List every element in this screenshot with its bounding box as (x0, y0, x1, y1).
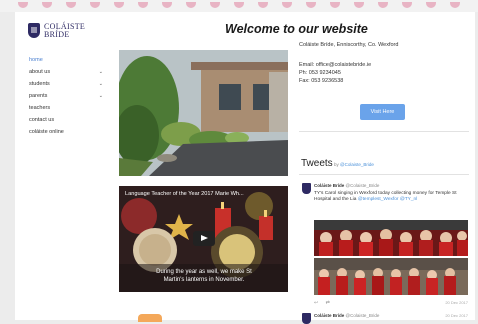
video-player[interactable]: Language Teacher of the Year 2017 Marie … (119, 186, 288, 292)
nav-item-label: contact us (29, 117, 55, 123)
sidebar-nav: home about us ⌄ students ⌄ parents ⌄ tea… (29, 54, 109, 138)
decor-dot (402, 2, 412, 8)
visit-button[interactable]: Visit Here (360, 104, 405, 120)
tweet-links[interactable]: @templest_Wexfor @TY_nl (358, 197, 418, 202)
orange-tab-button[interactable] (138, 314, 162, 322)
tweet-time[interactable]: 20 Dec 2017 (445, 313, 468, 318)
page-title: Welcome to our website (225, 22, 368, 36)
nav-item-label: about us (29, 69, 51, 75)
nav-item-home[interactable]: home (29, 54, 109, 66)
logo-text: COLÁISTE BRÍDE (44, 23, 85, 39)
nav-item-contact-us[interactable]: contact us (29, 114, 109, 126)
tweet-time[interactable]: 20 Dec 2017 (445, 300, 468, 305)
decor-dot (378, 2, 388, 8)
decor-dot (426, 2, 436, 8)
top-decor-strip (0, 0, 478, 12)
page-container: COLÁISTE BRÍDE home about us ⌄ students … (15, 12, 475, 324)
decor-dot (330, 2, 340, 8)
tweet-author[interactable]: Coláiste Bríde @Colaiste_Bride (314, 183, 379, 188)
contact-fax: Fax: 053 9236538 (299, 78, 344, 84)
decor-dot (282, 2, 292, 8)
tweets-by-prefix: by (334, 162, 339, 167)
chevron-down-icon[interactable]: ⌄ (99, 66, 103, 78)
tweet-photo-1[interactable] (314, 220, 468, 256)
nav-item-parents[interactable]: parents ⌄ (29, 90, 109, 102)
retweet-icon[interactable]: ⇄ (326, 300, 330, 306)
decor-dot (186, 2, 196, 8)
garden-photo-graphic (119, 50, 288, 176)
reply-icon[interactable]: ↩ (314, 300, 318, 306)
avatar[interactable] (302, 313, 311, 324)
tweet-author-handle: @Colaiste_Bride (345, 313, 380, 318)
nav-item-label: parents (29, 93, 48, 99)
play-button[interactable] (193, 231, 215, 246)
tweet-author-handle: @Colaiste_Bride (345, 183, 380, 188)
decor-dot (90, 2, 100, 8)
nav-item-label: coláiste online (29, 129, 64, 135)
decor-dot (138, 2, 148, 8)
nav-item-label: teachers (29, 105, 51, 111)
contact-phone: Ph: 053 9234045 (299, 70, 341, 76)
school-garden-photo (119, 50, 288, 176)
nav-item-teachers[interactable]: teachers (29, 102, 109, 114)
decor-dot (18, 2, 28, 8)
school-logo[interactable]: COLÁISTE BRÍDE (28, 21, 98, 45)
tweet-photo-1-graphic (314, 220, 468, 256)
crest-icon (28, 23, 40, 38)
contact-info: Coláiste Bríde, Enniscorthy, Co. Wexford… (299, 41, 469, 85)
tweet-photo-2[interactable] (314, 258, 468, 295)
video-caption: During the year as well, we make St Mart… (156, 269, 252, 283)
decor-dot (42, 2, 52, 8)
decor-dot (306, 2, 316, 8)
decor-dot (234, 2, 244, 8)
tweet-author[interactable]: Coláiste Bríde @Colaiste_Bride (314, 313, 379, 318)
nav-item-students[interactable]: students ⌄ (29, 78, 109, 90)
tweet-photo-2-graphic (314, 258, 468, 295)
contact-email[interactable]: Email: office@colaistebride.ie (299, 61, 469, 69)
section-divider (299, 131, 469, 132)
decor-dot (450, 2, 460, 8)
nav-item-label: home (29, 57, 43, 63)
nav-item-colaiste-online[interactable]: coláiste online (29, 126, 109, 138)
tweet-author-name: Coláiste Bríde (314, 183, 345, 188)
avatar[interactable] (302, 183, 311, 194)
nav-item-label: students (29, 81, 50, 87)
tweet-text: TY's Carol singing in Wexford today coll… (314, 191, 468, 203)
decor-dot (354, 2, 364, 8)
decor-dot (114, 2, 124, 8)
tweets-by-handle[interactable]: @Colaiste_Bride (340, 162, 374, 167)
tweet-actions: ↩ ⇄ (314, 300, 330, 306)
decor-dot (210, 2, 220, 8)
tweets-by-line: by @Colaiste_Bride (334, 162, 374, 167)
nav-item-about-us[interactable]: about us ⌄ (29, 66, 109, 78)
decor-dot (162, 2, 172, 8)
tweets-divider (299, 174, 469, 175)
chevron-down-icon[interactable]: ⌄ (99, 90, 103, 102)
tweet-author-name: Coláiste Bríde (314, 313, 345, 318)
tweets-heading: Tweets (301, 158, 333, 169)
contact-address: Coláiste Bríde, Enniscorthy, Co. Wexford (299, 42, 399, 48)
logo-line-2: BRÍDE (44, 30, 70, 39)
video-title[interactable]: Language Teacher of the Year 2017 Marie … (125, 191, 244, 197)
decor-dot (66, 2, 76, 8)
chevron-down-icon[interactable]: ⌄ (99, 78, 103, 90)
decor-dot (258, 2, 268, 8)
